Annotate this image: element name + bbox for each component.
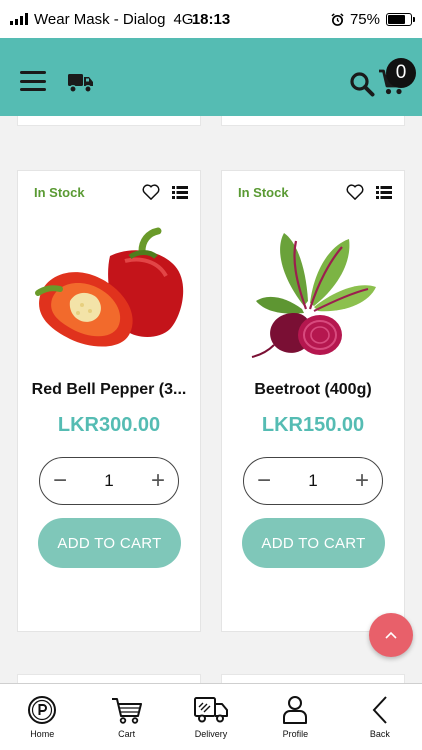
- add-to-cart-button[interactable]: ADD TO CART: [242, 518, 385, 568]
- list-icon[interactable]: [172, 186, 188, 199]
- stock-status: In Stock: [34, 185, 85, 200]
- list-icon[interactable]: [376, 186, 392, 199]
- quantity-stepper: − 1 +: [39, 457, 179, 505]
- app-header: 0: [0, 38, 422, 116]
- bottom-nav: Home Cart Delivery Profile Back: [0, 683, 422, 750]
- chevron-up-icon: [385, 631, 397, 639]
- decrement-button[interactable]: −: [254, 469, 274, 493]
- signal-icon: [10, 13, 28, 25]
- quantity-stepper: − 1 +: [243, 457, 383, 505]
- profile-icon: [283, 696, 308, 724]
- cart-icon: [111, 698, 142, 724]
- carrier-label: Wear Mask - Dialog: [34, 10, 166, 28]
- nav-label: Delivery: [194, 729, 228, 739]
- alarm-icon: [331, 12, 344, 26]
- status-right: 75%: [331, 10, 415, 28]
- nav-label: Profile: [282, 729, 309, 739]
- status-bar: Wear Mask - Dialog 4G 18:13 75%: [0, 0, 422, 38]
- nav-delivery[interactable]: Delivery: [169, 684, 253, 750]
- battery-fill: [388, 14, 405, 24]
- search-icon[interactable]: [349, 71, 375, 97]
- nav-cart[interactable]: Cart: [84, 684, 168, 750]
- network-label: 4G: [173, 10, 194, 28]
- decrement-button[interactable]: −: [50, 469, 70, 493]
- heart-icon[interactable]: [346, 184, 364, 200]
- quantity-value[interactable]: 1: [308, 471, 317, 491]
- nav-label: Home: [30, 729, 55, 739]
- nav-label: Cart: [118, 729, 136, 739]
- heart-icon[interactable]: [142, 184, 160, 200]
- red-bell-pepper-image: [35, 227, 184, 347]
- truck-icon[interactable]: [68, 72, 94, 94]
- menu-icon[interactable]: [20, 71, 46, 91]
- increment-button[interactable]: +: [352, 469, 372, 493]
- product-card[interactable]: In Stock Beetroot (400g) LKR150.00 − 1 +…: [221, 170, 405, 632]
- increment-button[interactable]: +: [148, 469, 168, 493]
- nav-profile[interactable]: Profile: [253, 684, 337, 750]
- product-name[interactable]: Red Bell Pepper (3...: [18, 381, 200, 399]
- stock-status: In Stock: [238, 185, 289, 200]
- nav-back[interactable]: Back: [338, 684, 422, 750]
- status-time: 18:13: [191, 10, 231, 28]
- product-name[interactable]: Beetroot (400g): [222, 381, 404, 399]
- delivery-truck-icon: [194, 697, 229, 723]
- cart-count-badge[interactable]: 0: [386, 58, 416, 88]
- status-left: Wear Mask - Dialog 4G: [10, 11, 193, 28]
- battery-icon: [386, 12, 415, 26]
- product-card-partial: [221, 116, 405, 126]
- home-p-icon: [28, 696, 57, 724]
- product-price: LKR150.00: [261, 414, 365, 436]
- beetroot-image: [251, 233, 376, 358]
- product-card-partial: [17, 116, 201, 126]
- nav-label: Back: [369, 729, 390, 739]
- add-to-cart-button[interactable]: ADD TO CART: [38, 518, 181, 568]
- product-price: LKR300.00: [57, 414, 161, 436]
- back-chevron-icon: [372, 696, 387, 724]
- nav-home[interactable]: Home: [0, 684, 84, 750]
- quantity-value[interactable]: 1: [104, 471, 113, 491]
- scroll-to-top-button[interactable]: [369, 613, 413, 657]
- battery-percent: 75%: [349, 10, 380, 28]
- product-card[interactable]: In Stock Red Bell Pepper (3... LKR300.00…: [17, 170, 201, 632]
